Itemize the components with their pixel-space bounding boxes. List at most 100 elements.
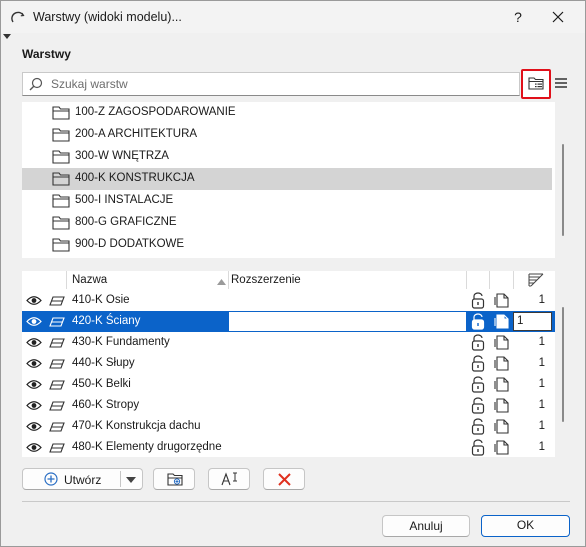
folder-item[interactable]: 500-I INSTALACJE — [22, 190, 552, 212]
wireframe-doc-icon[interactable] — [494, 398, 510, 413]
layers-dialog: Warstwy (widoki modelu)... ? Warstwy Szu… — [0, 0, 586, 547]
cancel-button[interactable]: Anuluj — [382, 515, 470, 537]
layer-plane-icon[interactable] — [49, 316, 65, 328]
lock-icon[interactable] — [471, 439, 485, 456]
visibility-eye-icon[interactable] — [26, 400, 42, 411]
rename-icon — [221, 472, 237, 486]
lock-icon[interactable] — [471, 313, 485, 330]
layer-name: 420-K Ściany — [72, 315, 141, 327]
delete-button[interactable] — [263, 468, 305, 490]
layer-name: 450-K Belki — [72, 378, 131, 390]
table-row[interactable]: 430-K Fundamenty 1 — [22, 332, 555, 353]
section-title: Warstwy — [22, 47, 71, 61]
close-button[interactable] — [546, 5, 570, 29]
folder-item-selected[interactable]: 400-K KONSTRUKCJA — [22, 168, 552, 190]
lock-icon[interactable] — [471, 334, 485, 351]
table-row-selected[interactable]: 420-K Ściany 1 — [22, 311, 555, 332]
folder-icon — [52, 194, 70, 208]
extension-edit-field[interactable] — [229, 312, 466, 331]
folder-item[interactable]: 200-A ARCHITEKTURA — [22, 124, 552, 146]
wireframe-doc-icon[interactable] — [494, 356, 510, 371]
pen-number[interactable]: 1 — [527, 420, 545, 432]
wireframe-doc-icon[interactable] — [494, 335, 510, 350]
sort-ascending-icon — [217, 279, 226, 285]
help-button[interactable]: ? — [506, 5, 530, 29]
folder-label: 100-Z ZAGOSPODAROWANIE — [75, 106, 236, 118]
visibility-eye-icon[interactable] — [26, 442, 42, 453]
table-row[interactable]: 410-K Osie 1 — [22, 290, 555, 311]
pen-weight-header-icon[interactable] — [528, 273, 544, 287]
folder-item[interactable]: 100-Z ZAGOSPODAROWANIE — [22, 102, 552, 124]
rename-button[interactable] — [208, 468, 250, 490]
folder-view-toggle-button[interactable] — [521, 69, 551, 99]
folder-item[interactable]: 300-W WNĘTRZA — [22, 146, 552, 168]
folder-label: 200-A ARCHITEKTURA — [75, 128, 198, 140]
layer-name: 410-K Osie — [72, 294, 130, 306]
layer-plane-icon[interactable] — [49, 295, 65, 307]
collapse-arrow-icon[interactable] — [3, 34, 11, 40]
lock-icon[interactable] — [471, 355, 485, 372]
layer-name: 470-K Konstrukcja dachu — [72, 420, 201, 432]
folder-label: 800-G GRAFICZNE — [75, 216, 177, 228]
lock-icon[interactable] — [471, 397, 485, 414]
search-icon — [29, 77, 43, 91]
table-row[interactable]: 440-K Słupy 1 — [22, 353, 555, 374]
folder-label: 900-D DODATKOWE — [75, 238, 185, 250]
folder-icon — [52, 216, 70, 230]
layer-plane-icon[interactable] — [49, 442, 65, 454]
pen-number[interactable]: 1 — [527, 294, 545, 306]
wireframe-doc-icon[interactable] — [494, 314, 510, 329]
pen-number[interactable]: 1 — [527, 336, 545, 348]
layer-name: 460-K Stropy — [72, 399, 140, 411]
wireframe-doc-icon[interactable] — [494, 377, 510, 392]
folder-list-scrollbar[interactable] — [562, 144, 564, 236]
visibility-eye-icon[interactable] — [26, 295, 42, 306]
layer-table: Nazwa Rozszerzenie 410-K Osie 1 420-K Śc… — [22, 271, 555, 457]
visibility-eye-icon[interactable] — [26, 379, 42, 390]
layer-name: 440-K Słupy — [72, 357, 135, 369]
folder-label: 400-K KONSTRUKCJA — [75, 172, 195, 184]
search-field[interactable] — [22, 72, 520, 96]
layer-plane-icon[interactable] — [49, 358, 65, 370]
options-menu-icon[interactable] — [554, 76, 568, 90]
layer-table-scrollbar[interactable] — [562, 307, 564, 422]
create-button[interactable]: Utwórz — [22, 468, 143, 490]
visibility-eye-icon[interactable] — [26, 421, 42, 432]
create-button-label: Utwórz — [64, 473, 102, 487]
wireframe-doc-icon[interactable] — [494, 293, 510, 308]
folder-item[interactable]: 900-D DODATKOWE — [22, 234, 552, 256]
folder-icon — [52, 238, 70, 252]
visibility-eye-icon[interactable] — [26, 316, 42, 327]
search-input[interactable] — [51, 75, 511, 93]
pen-number-field[interactable]: 1 — [513, 312, 552, 331]
layer-plane-icon[interactable] — [49, 400, 65, 412]
ok-button[interactable]: OK — [481, 515, 570, 537]
layer-plane-icon[interactable] — [49, 421, 65, 433]
folder-icon — [52, 150, 70, 164]
table-row[interactable]: 480-K Elementy drugorzędne 1 — [22, 437, 555, 457]
visibility-eye-icon[interactable] — [26, 358, 42, 369]
lock-icon[interactable] — [471, 376, 485, 393]
pen-number[interactable]: 1 — [527, 357, 545, 369]
lock-icon[interactable] — [471, 418, 485, 435]
close-icon — [552, 11, 564, 23]
chevron-down-icon[interactable] — [126, 477, 136, 483]
pen-number[interactable]: 1 — [527, 399, 545, 411]
wireframe-doc-icon[interactable] — [494, 440, 510, 455]
folder-item[interactable]: 800-G GRAFICZNE — [22, 212, 552, 234]
folder-icon — [52, 106, 70, 120]
table-row[interactable]: 450-K Belki 1 — [22, 374, 555, 395]
folder-list: 100-Z ZAGOSPODAROWANIE 200-A ARCHITEKTUR… — [22, 102, 555, 258]
visibility-eye-icon[interactable] — [26, 337, 42, 348]
new-folder-button[interactable] — [153, 468, 195, 490]
folder-icon — [52, 172, 70, 186]
layer-name: 480-K Elementy drugorzędne — [72, 441, 222, 453]
table-row[interactable]: 460-K Stropy 1 — [22, 395, 555, 416]
table-row[interactable]: 470-K Konstrukcja dachu 1 — [22, 416, 555, 437]
layer-plane-icon[interactable] — [49, 379, 65, 391]
pen-number[interactable]: 1 — [527, 441, 545, 453]
lock-icon[interactable] — [471, 292, 485, 309]
layer-plane-icon[interactable] — [49, 337, 65, 349]
pen-number[interactable]: 1 — [527, 378, 545, 390]
wireframe-doc-icon[interactable] — [494, 419, 510, 434]
